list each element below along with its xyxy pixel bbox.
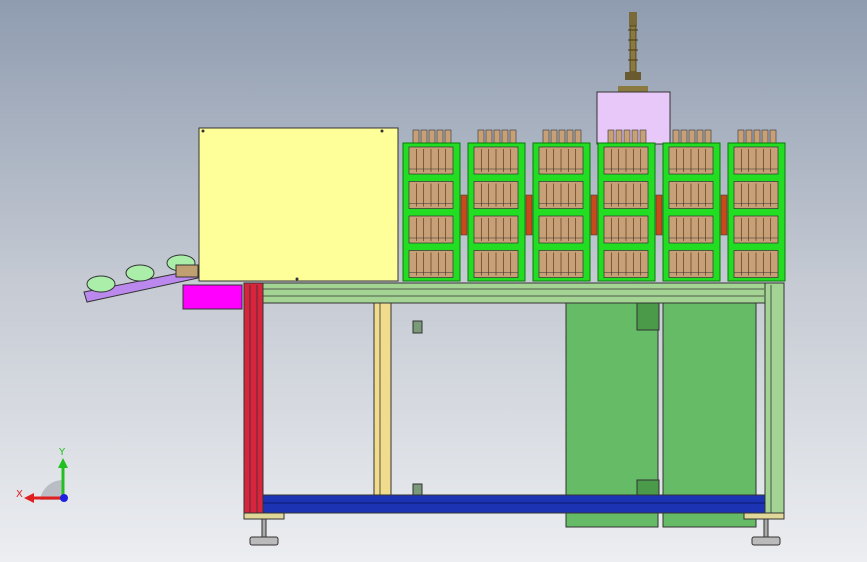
top-cell [623, 129, 631, 144]
top-cell [745, 129, 753, 144]
top-cell [501, 129, 509, 144]
module-connector [525, 194, 533, 236]
top-cell [477, 129, 485, 144]
top-cell [672, 129, 680, 144]
top-cell [761, 129, 769, 144]
top-cell [566, 129, 574, 144]
top-cell [639, 129, 647, 144]
top-cell [769, 129, 777, 144]
top-cell [631, 129, 639, 144]
middle-post [373, 302, 392, 496]
cabinet-rail-top [636, 302, 660, 331]
top-cell [420, 129, 428, 144]
leveling-foot-left [243, 512, 285, 546]
bottom-beam [262, 494, 766, 514]
top-cell [680, 129, 688, 144]
top-cell [493, 129, 501, 144]
right-post [764, 282, 785, 516]
bracket-lower [412, 483, 423, 497]
top-cell [444, 129, 452, 144]
leveling-foot-right [743, 512, 785, 546]
signal-tower [618, 12, 648, 92]
top-cell [428, 129, 436, 144]
module-connector [590, 194, 598, 236]
top-cell [558, 129, 566, 144]
top-cell [574, 129, 582, 144]
top-cell [509, 129, 517, 144]
top-cell [704, 129, 712, 144]
top-cell [436, 129, 444, 144]
top-cell [412, 129, 420, 144]
bracket-upper [412, 320, 423, 334]
top-cell [550, 129, 558, 144]
infeed-conveyor [83, 254, 199, 303]
cad-viewport[interactable]: Y X [0, 0, 867, 562]
x-axis-label: X [16, 489, 23, 500]
module-connector [720, 194, 728, 236]
top-cell [607, 129, 615, 144]
top-cell [688, 129, 696, 144]
top-beam [243, 282, 785, 304]
magenta-block [182, 284, 243, 310]
top-cell [485, 129, 493, 144]
left-post [243, 282, 264, 516]
top-cell [753, 129, 761, 144]
main-cabinet [198, 127, 399, 282]
module-connector [655, 194, 663, 236]
module-connector [460, 194, 468, 236]
top-cell [615, 129, 623, 144]
top-cell [737, 129, 745, 144]
axis-triad: Y X [16, 447, 68, 503]
top-cell [696, 129, 704, 144]
lower-cabinet-right [662, 302, 757, 528]
y-axis-label: Y [58, 447, 66, 458]
test-module-rack [402, 129, 786, 282]
top-cell [542, 129, 550, 144]
